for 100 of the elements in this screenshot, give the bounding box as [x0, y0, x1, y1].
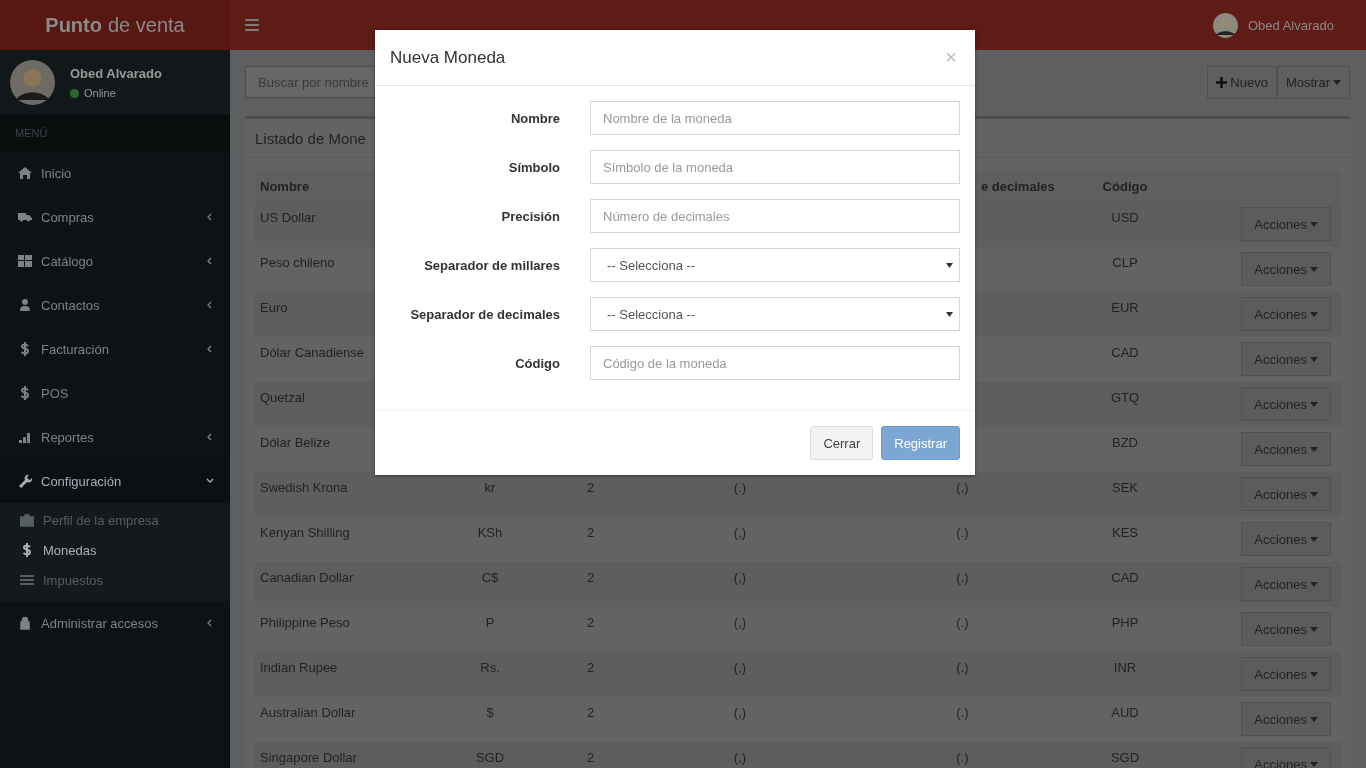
actions-dropdown[interactable]: Acciones [1241, 702, 1331, 736]
select-field[interactable]: -- Selecciona -- [590, 248, 960, 282]
table-cell-text: (,) [732, 704, 748, 720]
table-cell-text: 2 [586, 524, 596, 540]
sidebar-item[interactable]: POS [0, 371, 230, 415]
actions-dropdown[interactable]: Acciones [1241, 567, 1331, 601]
menu-heading: MENÚ [0, 115, 230, 151]
table-cell-text: Indian Rupee [259, 659, 339, 675]
actions-dropdown[interactable]: Acciones [1241, 522, 1331, 556]
avatar-icon [1213, 12, 1238, 38]
actions-dropdown[interactable]: Acciones [1241, 207, 1331, 241]
table-cell-text: (.) [955, 569, 970, 585]
actions-dropdown[interactable]: Acciones [1241, 297, 1331, 331]
table-cell-text: (.) [955, 704, 970, 720]
column-header: Código [1101, 179, 1149, 194]
dollar-icon [20, 543, 34, 557]
table-cell-text: (,) [732, 524, 748, 540]
table-cell-text: 2 [586, 569, 596, 585]
actions-dropdown[interactable]: Acciones [1241, 252, 1331, 286]
table-cell-text: 2 [586, 704, 596, 720]
avatar-icon [10, 60, 55, 105]
list-icon [20, 573, 34, 587]
table-cell-text: (,) [732, 749, 748, 765]
table-cell-text: KES [1111, 524, 1139, 540]
table-cell-text: kr [483, 479, 497, 495]
input-field[interactable]: Número de decimales [590, 199, 960, 233]
submenu-item[interactable]: Impuestos [0, 565, 230, 595]
register-button[interactable]: Registrar [881, 426, 960, 460]
table-cell-text: SGD [1109, 749, 1141, 765]
input-field[interactable]: Símbolo de la moneda [590, 150, 960, 184]
caret-icon [946, 262, 953, 268]
table-cell-text: Singapore Dollar [259, 749, 358, 765]
table-cell-text: Australian Dollar [259, 704, 357, 720]
user-name[interactable]: Obed Alvarado [1248, 17, 1334, 33]
field-label: Código [514, 355, 560, 371]
select-field[interactable]: -- Selecciona -- [590, 297, 960, 331]
table-cell-text: (.) [732, 479, 748, 495]
wrench-icon [18, 474, 32, 488]
table-cell-text: PHP [1110, 614, 1140, 630]
submenu-item[interactable]: Perfil de la empresa [0, 505, 230, 535]
table-cell-text: (.) [955, 524, 970, 540]
table-cell-text: CAD [1110, 569, 1140, 585]
show-dropdown[interactable]: Mostrar [1276, 65, 1350, 99]
sidebar-item[interactable]: Reportes [0, 415, 230, 459]
panel-title: Listado de Mone [255, 129, 366, 147]
table-cell-text: BZD [1111, 434, 1139, 450]
input-field[interactable]: Código de la moneda [590, 346, 960, 380]
lock-icon [18, 616, 32, 630]
menu-icon[interactable] [245, 19, 259, 31]
caret-icon [1310, 311, 1318, 317]
table-cell-text: (.) [955, 614, 970, 630]
bars-icon [18, 430, 32, 444]
table-cell-text: C$ [480, 569, 500, 585]
sidebar-item[interactable]: Contactos [0, 283, 230, 327]
field-label: Símbolo [507, 159, 560, 175]
table-cell-text: $ [485, 704, 495, 720]
table-cell-text: USD [1110, 209, 1140, 225]
dollar-icon [18, 342, 32, 356]
user-icon [18, 298, 32, 312]
caret-icon [1310, 266, 1318, 272]
table-cell-text: CLP [1111, 254, 1139, 270]
caret-icon [1310, 761, 1318, 767]
actions-dropdown[interactable]: Acciones [1241, 432, 1331, 466]
table-cell-text: KSh [476, 524, 504, 540]
close-dialog-button[interactable]: Cerrar [810, 426, 874, 460]
table-cell-text: 2 [586, 659, 596, 675]
table-cell-text: SGD [474, 749, 506, 765]
table-cell-text: Dólar Belize [259, 434, 332, 450]
input-field[interactable]: Nombre de la moneda [590, 101, 960, 135]
field-label: Separador de millares [423, 257, 560, 273]
dollar-icon [18, 386, 32, 400]
table-cell-text: US Dollar [259, 209, 317, 225]
table-cell-text: (,) [732, 569, 748, 585]
actions-dropdown[interactable]: Acciones [1241, 612, 1331, 646]
table-cell-text: (.) [955, 749, 970, 765]
actions-dropdown[interactable]: Acciones [1241, 342, 1331, 376]
actions-dropdown[interactable]: Acciones [1241, 747, 1331, 768]
sidebar-item[interactable]: Facturación [0, 327, 230, 371]
actions-dropdown[interactable]: Acciones [1241, 477, 1331, 511]
table-cell-text: AUD [1110, 704, 1140, 720]
sidebar-item[interactable]: Compras [0, 195, 230, 239]
table-cell-text: (,) [955, 479, 970, 495]
table-cell-text: P [484, 614, 496, 630]
sidebar-item[interactable]: Inicio [0, 151, 230, 195]
table-cell-text: Rs. [479, 659, 501, 675]
sidebar-item[interactable]: Catálogo [0, 239, 230, 283]
table-cell-text: Dólar Canadiense [259, 344, 366, 360]
caret-icon [1333, 79, 1341, 85]
close-button[interactable]: × [942, 46, 960, 69]
plus-icon [1216, 76, 1228, 88]
submenu-item[interactable]: Monedas [0, 535, 230, 565]
field-label: Separador de decimales [409, 306, 560, 322]
sidebar-item[interactable]: Administrar accesos [0, 601, 230, 645]
actions-dropdown[interactable]: Acciones [1241, 657, 1331, 691]
caret-icon [1310, 581, 1318, 587]
caret-icon [1310, 491, 1318, 497]
new-button[interactable]: Nuevo [1207, 65, 1277, 99]
app-logo[interactable]: Punto de venta [0, 0, 230, 50]
caret-icon [1310, 536, 1318, 542]
actions-dropdown[interactable]: Acciones [1241, 387, 1331, 421]
